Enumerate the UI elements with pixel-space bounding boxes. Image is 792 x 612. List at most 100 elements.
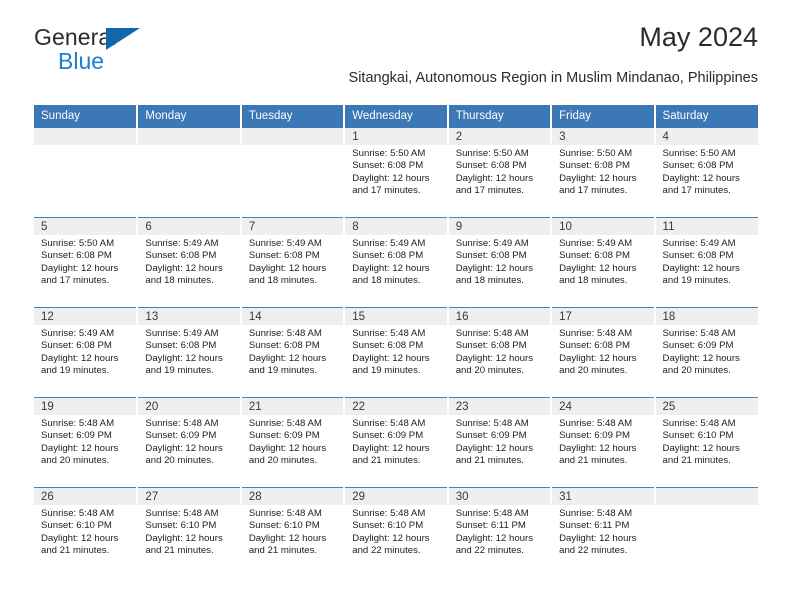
calendar-cell-inner: 11 Sunrise: 5:49 AM Sunset: 6:08 PM Dayligh…: [655, 218, 758, 307]
calendar-week-row: 1 Sunrise: 5:50 AM Sunset: 6:08 PM Daylight…: [34, 128, 758, 218]
sunset-text: Sunset: 6:08 PM: [41, 250, 112, 262]
calendar-cell-day[interactable]: 15 Sunrise: 5:48 AM Sunset: 6:08 PM Dayligh…: [344, 307, 449, 398]
day-number: 15: [345, 308, 447, 325]
daylight-text-line1: Daylight: 12 hours: [248, 532, 327, 544]
day-sun-info: Sunrise: 5:48 AM Sunset: 6:09 PM Daylight:…: [656, 325, 758, 377]
sunset-text: Sunset: 6:10 PM: [352, 520, 424, 532]
calendar-cell-day[interactable]: 5 Sunrise: 5:50 AM Sunset: 6:08 PM Daylight…: [34, 217, 139, 308]
daylight-text-line1: Daylight: 12 hours: [455, 352, 534, 364]
weekday-header-wednesday: Wednesday: [344, 105, 449, 128]
daylight-text-line2: and 20 minutes.: [41, 454, 110, 466]
calendar-cell-day[interactable]: 4 Sunrise: 5:50 AM Sunset: 6:08 PM Daylight…: [654, 128, 758, 218]
sunset-text: Sunset: 6:10 PM: [41, 520, 112, 532]
daylight-text-line1: Daylight: 12 hours: [455, 532, 534, 544]
calendar-cell-day[interactable]: 28 Sunrise: 5:48 AM Sunset: 6:10 PM Dayligh…: [240, 487, 346, 577]
day-sun-info: Sunrise: 5:50 AM Sunset: 6:08 PM Daylight:…: [449, 145, 550, 197]
daylight-text-line2: and 20 minutes.: [248, 454, 318, 466]
calendar-cell-inner: 26 Sunrise: 5:48 AM Sunset: 6:10 PM Dayligh…: [34, 488, 137, 577]
sunrise-text: Sunrise: 5:48 AM: [248, 508, 322, 519]
calendar-cell-inner: 1 Sunrise: 5:50 AM Sunset: 6:08 PM Daylight…: [345, 128, 447, 217]
daylight-text-line2: and 17 minutes.: [41, 274, 110, 286]
sunrise-text: Sunrise: 5:48 AM: [559, 508, 633, 519]
daylight-text-line1: Daylight: 12 hours: [455, 262, 534, 274]
sunset-text: Sunset: 6:09 PM: [559, 430, 631, 442]
sunrise-text: Sunrise: 5:48 AM: [352, 508, 426, 519]
calendar-cell-day[interactable]: 22 Sunrise: 5:48 AM Sunset: 6:09 PM Dayligh…: [344, 397, 449, 488]
day-sun-info: Sunrise: 5:49 AM Sunset: 6:08 PM Daylight:…: [449, 235, 550, 287]
calendar-cell-day[interactable]: 2 Sunrise: 5:50 AM Sunset: 6:08 PM Daylight…: [447, 128, 553, 218]
day-number: 12: [34, 308, 137, 325]
daylight-text-line1: Daylight: 12 hours: [145, 262, 223, 274]
calendar-cell-day[interactable]: 24 Sunrise: 5:48 AM Sunset: 6:09 PM Dayligh…: [551, 397, 656, 488]
sunset-text: Sunset: 6:10 PM: [145, 520, 217, 532]
calendar-cell-day[interactable]: 20 Sunrise: 5:48 AM Sunset: 6:09 PM Dayligh…: [137, 397, 242, 488]
calendar-cell-day[interactable]: 19 Sunrise: 5:48 AM Sunset: 6:09 PM Dayligh…: [34, 397, 139, 488]
calendar-cell-day[interactable]: 30 Sunrise: 5:48 AM Sunset: 6:11 PM Dayligh…: [447, 487, 553, 577]
calendar-cell-inner: [241, 128, 344, 217]
calendar-cell-day[interactable]: 13 Sunrise: 5:49 AM Sunset: 6:08 PM Dayligh…: [137, 307, 242, 398]
sunset-text: Sunset: 6:08 PM: [559, 160, 631, 172]
brand-logo[interactable]: General Blue: [34, 26, 264, 74]
daylight-text-line1: Daylight: 12 hours: [559, 532, 637, 544]
calendar-cell-day[interactable]: 9 Sunrise: 5:49 AM Sunset: 6:08 PM Daylight…: [447, 217, 553, 308]
sunset-text: Sunset: 6:09 PM: [248, 430, 320, 442]
calendar-cell-inner: 9 Sunrise: 5:49 AM Sunset: 6:08 PM Daylight…: [448, 218, 551, 307]
calendar-cell-day[interactable]: 1 Sunrise: 5:50 AM Sunset: 6:08 PM Daylight…: [344, 128, 449, 218]
weekday-header-tuesday: Tuesday: [240, 105, 346, 128]
sunrise-text: Sunrise: 5:50 AM: [455, 148, 529, 159]
calendar-cell-day[interactable]: 18 Sunrise: 5:48 AM Sunset: 6:09 PM Dayligh…: [654, 307, 758, 398]
day-number: [138, 128, 240, 145]
calendar-cell-day[interactable]: 16 Sunrise: 5:48 AM Sunset: 6:08 PM Dayligh…: [447, 307, 553, 398]
calendar-cell-day[interactable]: 26 Sunrise: 5:48 AM Sunset: 6:10 PM Dayligh…: [34, 487, 139, 577]
page-header: General Blue May 2024 Sitangkai, Autonom…: [34, 0, 758, 86]
daylight-text-line2: and 17 minutes.: [352, 184, 421, 196]
weekday-header-saturday: Saturday: [654, 105, 758, 128]
daylight-text-line2: and 18 minutes.: [248, 274, 318, 286]
brand-name-bottom: Blue: [58, 48, 105, 74]
daylight-text-line2: and 21 minutes.: [455, 454, 524, 466]
calendar-cell-day[interactable]: 17 Sunrise: 5:48 AM Sunset: 6:08 PM Dayligh…: [551, 307, 656, 398]
calendar-cell-inner: 30 Sunrise: 5:48 AM Sunset: 6:11 PM Dayligh…: [448, 488, 551, 577]
day-number: 17: [552, 308, 654, 325]
calendar-cell-inner: 8 Sunrise: 5:49 AM Sunset: 6:08 PM Daylight…: [345, 218, 447, 307]
daylight-text-line2: and 17 minutes.: [662, 184, 731, 196]
day-sun-info: Sunrise: 5:49 AM Sunset: 6:08 PM Daylight:…: [552, 235, 653, 287]
calendar-cell-inner: 23 Sunrise: 5:48 AM Sunset: 6:09 PM Dayligh…: [448, 398, 551, 487]
calendar-cell-day[interactable]: 3 Sunrise: 5:50 AM Sunset: 6:08 PM Daylight…: [551, 128, 656, 218]
day-number: 27: [138, 488, 240, 505]
daylight-text-line1: Daylight: 12 hours: [352, 262, 430, 274]
calendar-cell-day[interactable]: 25 Sunrise: 5:48 AM Sunset: 6:10 PM Dayligh…: [654, 397, 758, 488]
calendar-cell-day[interactable]: 31 Sunrise: 5:48 AM Sunset: 6:11 PM Dayligh…: [551, 487, 656, 577]
daylight-text-line2: and 18 minutes.: [559, 274, 628, 286]
calendar-cell-day[interactable]: 14 Sunrise: 5:48 AM Sunset: 6:08 PM Dayligh…: [240, 307, 346, 398]
day-sun-info: Sunrise: 5:48 AM Sunset: 6:08 PM Daylight:…: [242, 325, 343, 377]
daylight-text-line1: Daylight: 12 hours: [352, 442, 430, 454]
calendar-cell-day[interactable]: 11 Sunrise: 5:49 AM Sunset: 6:08 PM Dayligh…: [654, 217, 758, 308]
day-number: 2: [448, 128, 551, 145]
daylight-text-line1: Daylight: 12 hours: [145, 442, 223, 454]
calendar-cell-inner: 28 Sunrise: 5:48 AM Sunset: 6:10 PM Dayligh…: [241, 488, 344, 577]
calendar-cell-day[interactable]: 29 Sunrise: 5:48 AM Sunset: 6:10 PM Dayligh…: [344, 487, 449, 577]
sunrise-text: Sunrise: 5:48 AM: [248, 328, 322, 339]
calendar-cell-day[interactable]: 21 Sunrise: 5:48 AM Sunset: 6:09 PM Dayligh…: [240, 397, 346, 488]
day-number: 25: [655, 398, 758, 415]
calendar-cell-day[interactable]: 7 Sunrise: 5:49 AM Sunset: 6:08 PM Daylight…: [240, 217, 346, 308]
calendar-cell-day[interactable]: 8 Sunrise: 5:49 AM Sunset: 6:08 PM Daylight…: [344, 217, 449, 308]
sunrise-text: Sunrise: 5:48 AM: [248, 418, 322, 429]
calendar-cell-day[interactable]: 6 Sunrise: 5:49 AM Sunset: 6:08 PM Daylight…: [137, 217, 242, 308]
calendar-cell-day[interactable]: 12 Sunrise: 5:49 AM Sunset: 6:08 PM Dayligh…: [34, 307, 139, 398]
sunrise-text: Sunrise: 5:49 AM: [248, 238, 322, 249]
day-sun-info: Sunrise: 5:48 AM Sunset: 6:10 PM Daylight:…: [242, 505, 343, 557]
calendar-cell-day[interactable]: 23 Sunrise: 5:48 AM Sunset: 6:09 PM Dayligh…: [447, 397, 553, 488]
day-number: 4: [655, 128, 758, 145]
daylight-text-line1: Daylight: 12 hours: [352, 172, 430, 184]
calendar-cell-day[interactable]: 27 Sunrise: 5:48 AM Sunset: 6:10 PM Dayligh…: [137, 487, 242, 577]
day-number: 28: [241, 488, 344, 505]
calendar-cell-day[interactable]: 10 Sunrise: 5:49 AM Sunset: 6:08 PM Dayligh…: [551, 217, 656, 308]
page-subtitle: Sitangkai, Autonomous Region in Muslim M…: [348, 70, 758, 86]
daylight-text-line1: Daylight: 12 hours: [662, 352, 740, 364]
day-number: 10: [552, 218, 654, 235]
daylight-text-line2: and 21 minutes.: [248, 544, 318, 556]
calendar-cell-inner: 25 Sunrise: 5:48 AM Sunset: 6:10 PM Dayligh…: [655, 398, 758, 487]
day-sun-info: Sunrise: 5:48 AM Sunset: 6:10 PM Daylight:…: [34, 505, 136, 557]
